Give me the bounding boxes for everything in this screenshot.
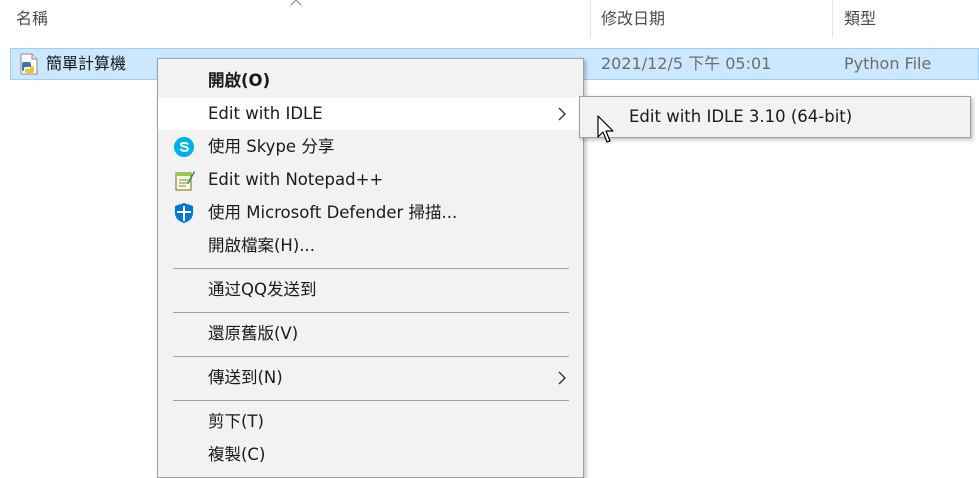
menu-item-copy[interactable]: 複製(C) (158, 439, 583, 471)
menu-item-open[interactable]: 開啟(O) (158, 65, 583, 97)
menu-item-defender-scan[interactable]: 使用 Microsoft Defender 掃描... (158, 197, 583, 229)
context-menu: 開啟(O) Edit with IDLE 使用 Skype 分享 Edit wi… (157, 58, 584, 478)
menu-item-label: 剪下(T) (208, 412, 264, 431)
sort-ascending-icon (290, 0, 302, 6)
column-header: 名稱 修改日期 類型 (0, 0, 979, 38)
column-divider[interactable] (832, 0, 833, 38)
menu-separator (173, 356, 569, 357)
notepadpp-icon (175, 171, 195, 191)
menu-item-send-to[interactable]: 傳送到(N) (158, 362, 583, 394)
submenu-item-idle-310[interactable]: Edit with IDLE 3.10 (64-bit) (580, 97, 970, 137)
menu-separator (173, 268, 569, 269)
menu-item-label: 複製(C) (208, 445, 266, 464)
file-name[interactable]: 簡單計算機 (46, 49, 126, 79)
chevron-right-icon (558, 107, 566, 121)
defender-shield-icon (175, 203, 193, 223)
column-header-type[interactable]: 類型 (844, 0, 876, 38)
mouse-pointer-icon (597, 115, 614, 143)
menu-item-label: 還原舊版(V) (208, 324, 299, 343)
menu-item-label: Edit with IDLE (208, 104, 323, 123)
skype-icon (174, 137, 194, 157)
menu-item-edit-notepadpp[interactable]: Edit with Notepad++ (158, 164, 583, 196)
menu-item-label: 使用 Skype 分享 (208, 137, 335, 156)
menu-item-label: 通过QQ发送到 (208, 280, 317, 299)
menu-item-send-via-qq[interactable]: 通过QQ发送到 (158, 274, 583, 306)
menu-item-label: Edit with Notepad++ (208, 170, 384, 189)
column-header-modified[interactable]: 修改日期 (601, 0, 665, 38)
menu-item-cut[interactable]: 剪下(T) (158, 406, 583, 438)
menu-separator (173, 400, 569, 401)
submenu-item-label: Edit with IDLE 3.10 (64-bit) (629, 107, 853, 126)
chevron-right-icon (558, 371, 566, 385)
menu-item-label: 傳送到(N) (208, 368, 283, 387)
menu-item-label: 開啟(O) (208, 71, 271, 90)
menu-item-label: 使用 Microsoft Defender 掃描... (208, 203, 458, 222)
menu-separator (173, 312, 569, 313)
menu-item-open-with[interactable]: 開啟檔案(H)... (158, 230, 583, 262)
menu-item-share-skype[interactable]: 使用 Skype 分享 (158, 131, 583, 163)
file-modified: 2021/12/5 下午 05:01 (601, 54, 772, 73)
menu-item-label: 開啟檔案(H)... (208, 236, 316, 255)
python-file-icon (20, 53, 38, 75)
menu-item-edit-with-idle[interactable]: Edit with IDLE (158, 98, 583, 130)
idle-submenu: Edit with IDLE 3.10 (64-bit) (579, 96, 971, 138)
menu-item-restore-previous[interactable]: 還原舊版(V) (158, 318, 583, 350)
file-type: Python File (844, 54, 932, 73)
column-header-name[interactable]: 名稱 (16, 0, 48, 38)
column-divider[interactable] (590, 0, 591, 38)
